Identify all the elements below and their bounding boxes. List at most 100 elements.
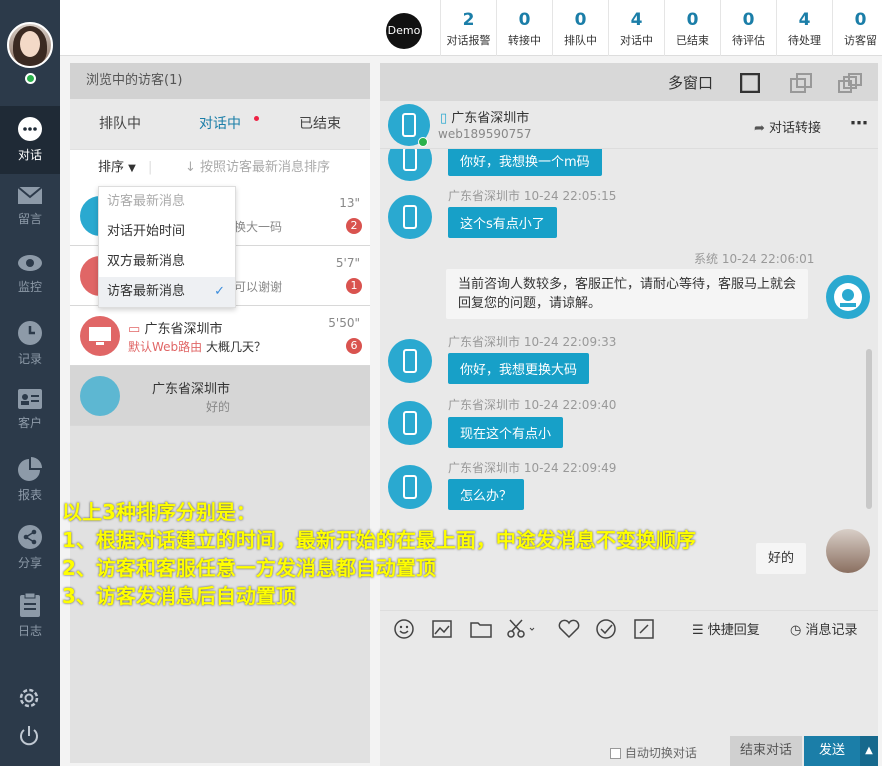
sidebar-item-label: 客户 xyxy=(17,416,42,430)
visitor-time: 5'50" xyxy=(328,316,360,330)
agent-message: 好的 xyxy=(756,543,807,574)
quick-reply-button[interactable]: ☰ 快捷回复 xyxy=(692,619,760,638)
chat-scrollbar[interactable] xyxy=(866,349,872,509)
visitor-location: ▭ 广东省深圳市 xyxy=(128,318,222,337)
transfer-chat-button[interactable]: ➦ 对话转接 xyxy=(754,117,821,136)
sidebar-item-report[interactable]: 报表 xyxy=(0,446,60,514)
arrow-down-icon: ↓ xyxy=(185,160,196,175)
chat-message: 你好，我想换一个m码 xyxy=(448,149,602,176)
visitor-location-text: 广东省深圳市 xyxy=(144,322,223,337)
send-button[interactable]: 发送 xyxy=(804,736,860,766)
mail-icon xyxy=(17,186,43,204)
sidebar-item-message[interactable]: 留言 xyxy=(0,174,60,242)
tab-label: 对话中 xyxy=(199,116,241,132)
clipboard-icon xyxy=(20,592,40,617)
message-input[interactable] xyxy=(380,646,878,738)
unread-count-badge: 2 xyxy=(346,218,362,234)
emoji-icon[interactable] xyxy=(394,619,414,639)
stat-label: 访客留 xyxy=(844,34,877,47)
visitor-avatar xyxy=(80,376,120,416)
folder-icon[interactable] xyxy=(470,619,492,639)
share-icon xyxy=(18,525,42,549)
sort-option-visitor-latest[interactable]: 访客最新消息 ✓ xyxy=(99,277,235,307)
message-meta: 广东省深圳市 10-24 22:09:40 xyxy=(448,398,617,412)
top-status-bar: Demo 2 对话报警 0 转接中 0 排队中 4 对话中 0 已结束 0 待评估 4 待处理… xyxy=(60,0,882,56)
more-options-icon[interactable]: ⋯ xyxy=(850,113,868,134)
message-meta: 广东省深圳市 10-24 22:05:15 xyxy=(448,189,617,203)
sidebar-item-label: 监控 xyxy=(17,280,42,294)
stat-label: 排队中 xyxy=(564,34,597,47)
sidebar-item-log[interactable]: 日志 xyxy=(0,582,60,650)
auto-switch-option[interactable]: 自动切换对话 xyxy=(610,744,697,761)
annotation-overlay: 以上3种排序分别是： 1、根据对话建立的时间，最新开始的在最上面，中途发消息不变… xyxy=(62,498,696,610)
visitor-avatar xyxy=(388,195,432,239)
sort-dropdown-menu: 访客最新消息 对话开始时间 双方最新消息 访客最新消息 ✓ xyxy=(98,186,236,308)
sidebar-item-record[interactable]: 记录 xyxy=(0,310,60,378)
agent-avatar xyxy=(826,529,870,573)
chat-message: 现在这个有点小 xyxy=(448,417,564,448)
mobile-small-icon: ▯ xyxy=(440,111,448,126)
tab-queued[interactable]: 排队中 xyxy=(70,99,170,149)
message-meta: 系统 10-24 22:06:01 xyxy=(694,252,815,266)
contact-card-icon xyxy=(18,389,42,409)
visitor-id: web189590757 xyxy=(438,127,532,141)
image-icon[interactable] xyxy=(432,619,452,639)
stat-value: 2 xyxy=(462,10,475,30)
sidebar-item-label: 日志 xyxy=(17,624,42,638)
scissors-icon[interactable] xyxy=(506,619,536,639)
stat-visitor-msg[interactable]: 0 访客留 xyxy=(832,0,882,56)
unread-count-badge: 1 xyxy=(346,278,362,294)
stat-ended[interactable]: 0 已结束 xyxy=(664,0,720,56)
link-icon[interactable] xyxy=(634,619,654,639)
send-options-caret-icon[interactable]: ▲ xyxy=(860,736,878,766)
sort-dropdown-button[interactable]: 排序 ▼ xyxy=(98,150,136,187)
visitor-last-msg: 好的 xyxy=(206,400,231,414)
sidebar-item-label: 记录 xyxy=(17,352,42,366)
multi-window-icon[interactable] xyxy=(838,73,862,93)
stat-value: 0 xyxy=(574,10,587,30)
dropdown-header: 访客最新消息 xyxy=(107,194,186,209)
settings-gear-icon[interactable] xyxy=(17,686,41,710)
sort-option-both-latest[interactable]: 双方最新消息 xyxy=(99,247,235,277)
sidebar-item-monitor[interactable]: 监控 xyxy=(0,242,60,310)
sidebar-item-customer[interactable]: 客户 xyxy=(0,378,60,446)
evaluate-icon[interactable] xyxy=(596,619,618,639)
visitor-time: 13" xyxy=(339,196,360,210)
list-icon: ☰ xyxy=(692,623,704,638)
desktop-small-icon: ▭ xyxy=(128,322,141,337)
stat-value: 0 xyxy=(518,10,531,30)
visitor-row[interactable]: 广东省深圳市 好的 xyxy=(70,366,370,426)
auto-switch-checkbox[interactable] xyxy=(610,748,621,759)
sidebar-item-label: 对话 xyxy=(17,148,42,162)
sort-bar: 排序 ▼ | ↓ 按照访客最新消息排序 xyxy=(70,150,370,186)
sort-option-start-time[interactable]: 对话开始时间 xyxy=(99,217,235,247)
power-icon[interactable] xyxy=(17,724,41,748)
visitor-location-text: 广东省深圳市 xyxy=(451,111,530,126)
single-window-icon[interactable] xyxy=(740,73,760,93)
end-chat-button[interactable]: 结束对话 xyxy=(730,736,802,766)
visitor-last-msg: 大概几天？ xyxy=(206,340,267,354)
sidebar-item-label: 报表 xyxy=(17,488,42,502)
sidebar-item-share[interactable]: 分享 xyxy=(0,514,60,582)
stat-queued[interactable]: 0 排队中 xyxy=(552,0,608,56)
stat-to-rate[interactable]: 0 待评估 xyxy=(720,0,776,56)
robot-icon xyxy=(834,283,862,311)
browsing-visitors-title[interactable]: 浏览中的访客(1) xyxy=(70,63,370,99)
stat-alarm[interactable]: 2 对话报警 xyxy=(440,0,496,56)
composer-footer: 自动切换对话 结束对话 发送 ▲ xyxy=(380,736,878,766)
sidebar-item-chat[interactable]: 对话 xyxy=(0,106,60,174)
tab-in-chat[interactable]: 对话中 xyxy=(170,99,270,149)
sidebar-item-label: 分享 xyxy=(17,556,42,570)
stat-pending[interactable]: 4 待处理 xyxy=(776,0,832,56)
dual-window-icon[interactable] xyxy=(790,73,812,93)
stat-transferring[interactable]: 0 转接中 xyxy=(496,0,552,56)
caret-down-icon: ▼ xyxy=(128,163,136,174)
tab-ended[interactable]: 已结束 xyxy=(270,99,370,149)
history-button[interactable]: ◷ 消息记录 xyxy=(790,619,858,638)
heart-icon[interactable] xyxy=(558,619,580,639)
visitor-row[interactable]: ▭ 广东省深圳市 默认Web路由 大概几天？ 5'50" 6 xyxy=(70,306,370,366)
stat-in-chat[interactable]: 4 对话中 xyxy=(608,0,664,56)
share-arrow-icon: ➦ xyxy=(754,121,765,136)
mobile-phone-icon xyxy=(403,205,417,229)
agent-avatar[interactable] xyxy=(7,22,53,68)
